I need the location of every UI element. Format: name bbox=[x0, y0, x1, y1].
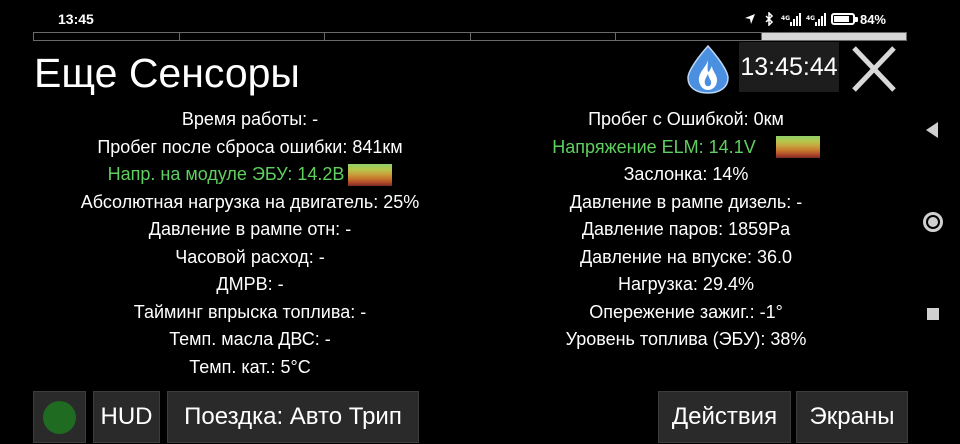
clock-display: 13:45:44 bbox=[739, 42, 839, 92]
sensor-label: Часовой расход: - bbox=[175, 246, 325, 267]
sensor-label: Тайминг впрыска топлива: - bbox=[133, 301, 367, 322]
battery-percent: 84% bbox=[859, 11, 886, 27]
sensor-label: Нагрузка: 29.4% bbox=[618, 274, 754, 295]
trip-button[interactable]: Поездка: Авто Трип bbox=[167, 391, 419, 443]
actions-button[interactable]: Действия bbox=[658, 391, 791, 443]
sensor-row[interactable]: Давление в рампе отн: - bbox=[149, 216, 351, 244]
sensor-row[interactable]: Темп. кат.: 5°C bbox=[189, 354, 310, 382]
status-time: 13:45 bbox=[58, 11, 94, 27]
clock-text: 13:45:44 bbox=[740, 52, 838, 81]
sensor-label: Давление в рампе дизель: - bbox=[569, 191, 803, 212]
sensor-label: Темп. масла ДВС: - bbox=[169, 329, 331, 350]
gauge-bar bbox=[775, 136, 820, 159]
status-icons: 4G 4G 84% bbox=[743, 10, 886, 28]
screens-button[interactable]: Экраны bbox=[796, 391, 908, 443]
sensor-row[interactable]: Напр. на модуле ЭБУ: 14.2В bbox=[108, 161, 393, 189]
signal-icon: 4G bbox=[781, 12, 801, 26]
location-icon bbox=[743, 12, 757, 26]
screen-tab[interactable] bbox=[180, 33, 325, 40]
sensor-list-right: Пробег с Ошибкой: 0км Напряжение ELM: 14… bbox=[486, 106, 886, 354]
close-icon bbox=[852, 46, 896, 92]
sensor-row[interactable]: Время работы: - bbox=[182, 106, 318, 134]
nav-recents-icon[interactable] bbox=[927, 308, 939, 320]
screen-tab[interactable] bbox=[471, 33, 616, 40]
sensor-list-left: Время работы: - Пробег после сброса ошиб… bbox=[30, 106, 470, 381]
sensor-label: ДМРВ: - bbox=[216, 274, 284, 295]
sensor-row[interactable]: Темп. масла ДВС: - bbox=[169, 326, 331, 354]
sensor-label: Темп. кат.: 5°C bbox=[189, 356, 311, 377]
sensor-row[interactable]: Опережение зажиг.: -1° bbox=[589, 299, 783, 327]
page-title: Еще Сенсоры bbox=[34, 50, 300, 96]
sensor-label: Абсолютная нагрузка на двигатель: 25% bbox=[80, 191, 420, 212]
sensor-row[interactable]: Нагрузка: 29.4% bbox=[618, 271, 754, 299]
screen-tab[interactable] bbox=[616, 33, 762, 40]
sensor-label: Напр. на модуле ЭБУ: 14.2В bbox=[107, 164, 345, 185]
sensor-row[interactable]: Заслонка: 14% bbox=[624, 161, 749, 189]
nav-home-icon[interactable] bbox=[923, 212, 943, 232]
sensor-label: Давление в рампе отн: - bbox=[148, 219, 352, 240]
connection-status-button[interactable] bbox=[33, 391, 86, 443]
svg-text:4G: 4G bbox=[806, 15, 815, 22]
sensor-row[interactable]: Давление в рампе дизель: - bbox=[570, 189, 803, 217]
sensor-row[interactable]: Напряжение ELM: 14.1V bbox=[552, 134, 820, 162]
screen-tab-strip[interactable] bbox=[33, 32, 907, 41]
sensor-label: Напряжение ELM: 14.1V bbox=[552, 136, 756, 157]
bluetooth-icon bbox=[762, 12, 776, 26]
screen-tab[interactable] bbox=[34, 33, 180, 40]
nav-back-icon[interactable] bbox=[924, 121, 940, 139]
sensor-label: Давление на впуске: 36.0 bbox=[579, 246, 793, 267]
sensor-label: Заслонка: 14% bbox=[623, 164, 749, 185]
sensor-label: Опережение зажиг.: -1° bbox=[589, 301, 783, 322]
sensor-row[interactable]: Часовой расход: - bbox=[175, 244, 325, 272]
fuel-drop-flame-icon[interactable] bbox=[684, 44, 732, 94]
close-button[interactable] bbox=[848, 44, 900, 94]
sensor-row[interactable]: Пробег с Ошибкой: 0км bbox=[588, 106, 784, 134]
hud-button[interactable]: HUD bbox=[93, 391, 160, 443]
sensor-label: Пробег после сброса ошибки: 841км bbox=[97, 136, 403, 157]
signal-icon: 4G bbox=[806, 12, 826, 26]
connection-status-dot bbox=[43, 400, 76, 434]
gauge-bar bbox=[348, 163, 393, 186]
screen-tab-active[interactable] bbox=[761, 33, 906, 40]
sensor-row[interactable]: Уровень топлива (ЭБУ): 38% bbox=[566, 326, 807, 354]
sensor-row[interactable]: Давление паров: 1859Pa bbox=[582, 216, 790, 244]
sensor-row[interactable]: ДМРВ: - bbox=[216, 271, 283, 299]
battery-icon bbox=[830, 13, 858, 25]
sensor-row[interactable]: Тайминг впрыска топлива: - bbox=[134, 299, 366, 327]
svg-text:4G: 4G bbox=[781, 15, 790, 22]
sensor-row[interactable]: Давление на впуске: 36.0 bbox=[580, 244, 792, 272]
sensor-label: Пробег с Ошибкой: 0км bbox=[588, 109, 784, 130]
sensor-label: Давление паров: 1859Pa bbox=[581, 219, 791, 240]
sensor-row[interactable]: Абсолютная нагрузка на двигатель: 25% bbox=[81, 189, 420, 217]
sensor-label: Время работы: - bbox=[181, 109, 319, 130]
screen-tab[interactable] bbox=[325, 33, 471, 40]
sensor-label: Уровень топлива (ЭБУ): 38% bbox=[565, 329, 807, 350]
sensor-row[interactable]: Пробег после сброса ошибки: 841км bbox=[97, 134, 402, 162]
